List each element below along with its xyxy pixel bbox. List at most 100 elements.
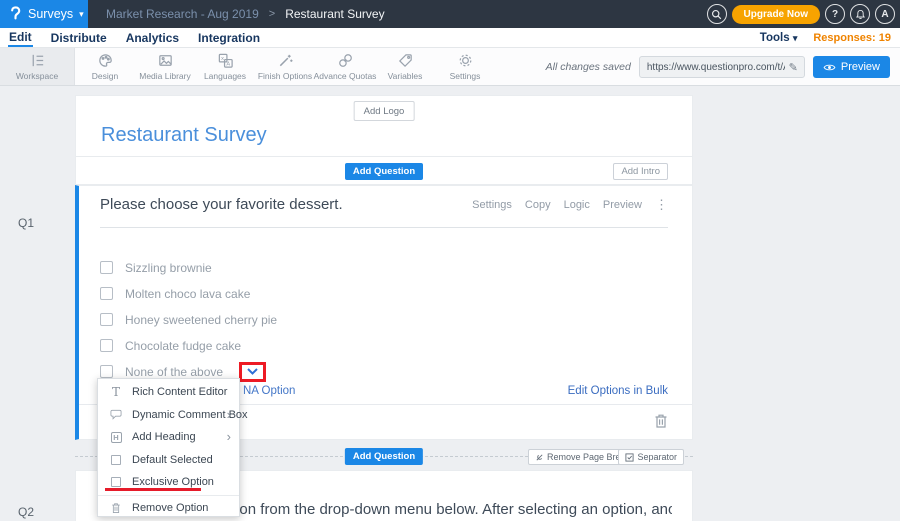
- question-number-q1: Q1: [18, 216, 34, 230]
- menu-item-label: Default Selected: [132, 454, 213, 466]
- checkbox[interactable]: [100, 365, 113, 378]
- option-label[interactable]: None of the above: [125, 365, 223, 379]
- question-number-q2: Q2: [18, 505, 34, 519]
- breadcrumb-current: Restaurant Survey: [285, 7, 384, 21]
- menu-item-label: Remove Option: [132, 502, 208, 514]
- toolbar-item-languages[interactable]: xA Languages: [195, 48, 255, 85]
- add-question-button[interactable]: Add Question: [345, 448, 423, 465]
- tab-integration[interactable]: Integration: [197, 28, 261, 47]
- toolbar-item-label: Settings: [450, 71, 481, 81]
- tab-distribute[interactable]: Distribute: [50, 28, 108, 47]
- surveys-menu[interactable]: Surveys ▾: [0, 0, 88, 28]
- submenu-chevron-icon: ›: [227, 432, 231, 442]
- na-option-link[interactable]: NA Option: [243, 385, 295, 397]
- option-dropdown-chevron-icon[interactable]: [247, 368, 258, 375]
- breadcrumb-parent[interactable]: Market Research - Aug 2019: [106, 7, 259, 21]
- edit-options-in-bulk-link[interactable]: Edit Options in Bulk: [568, 385, 668, 397]
- option-row: None of the above: [100, 365, 277, 378]
- menu-item-rich-content-editor[interactable]: T Rich Content Editor: [98, 381, 239, 404]
- answer-options: Sizzling brownie Molten choco lava cake …: [100, 261, 277, 391]
- checkbox-icon: [108, 455, 124, 465]
- option-menu-annotation-box: [239, 362, 266, 382]
- preview-label: Preview: [841, 61, 880, 73]
- toolbar-item-variables[interactable]: Variables: [375, 48, 435, 85]
- toolbar-item-label: Languages: [204, 71, 246, 81]
- option-label[interactable]: Honey sweetened cherry pie: [125, 313, 277, 327]
- survey-header-card: Add Logo Restaurant Survey Add Question …: [75, 95, 693, 185]
- separator-label: Separator: [637, 452, 677, 462]
- question-text-q1[interactable]: Please choose your favorite dessert.: [100, 196, 668, 228]
- add-question-button[interactable]: Add Question: [345, 163, 423, 180]
- search-button[interactable]: [707, 4, 727, 24]
- menu-item-default-selected[interactable]: Default Selected: [98, 449, 239, 472]
- upgrade-now-button[interactable]: Upgrade Now: [732, 5, 820, 24]
- text-editor-icon: T: [108, 385, 124, 399]
- autosave-status: All changes saved: [546, 61, 631, 73]
- trash-icon: [108, 502, 124, 514]
- responses-count[interactable]: Responses: 19: [813, 32, 891, 44]
- toolbar-item-media-library[interactable]: Media Library: [135, 48, 195, 85]
- checkbox[interactable]: [100, 261, 113, 274]
- comment-bubble-icon: [108, 409, 124, 420]
- toolbar-item-settings[interactable]: Settings: [435, 48, 495, 85]
- chevron-down-icon: ▾: [79, 9, 84, 20]
- option-label[interactable]: Sizzling brownie: [125, 261, 212, 275]
- edit-toolbar: Workspace Design Media Library xA Langua…: [0, 48, 900, 86]
- tools-menu[interactable]: Tools ▾: [760, 32, 798, 44]
- eye-icon: [823, 63, 836, 72]
- quota-links-icon: [337, 52, 354, 69]
- option-row: Chocolate fudge cake: [100, 339, 277, 352]
- svg-text:A: A: [226, 62, 230, 68]
- app-window: Surveys ▾ Market Research - Aug 2019 > R…: [0, 0, 900, 521]
- tab-edit[interactable]: Edit: [8, 28, 33, 47]
- edit-url-pencil-icon[interactable]: ✎: [789, 61, 804, 74]
- preview-button[interactable]: Preview: [813, 56, 890, 78]
- workspace-icon: [29, 52, 46, 69]
- toolbar-item-advance-quotas[interactable]: Advance Quotas: [315, 48, 375, 85]
- option-label[interactable]: Molten choco lava cake: [125, 287, 250, 301]
- survey-url-box: ✎: [639, 56, 805, 78]
- toolbar-item-finish-options[interactable]: Finish Options: [255, 48, 315, 85]
- checkbox-icon: [108, 477, 124, 487]
- option-label[interactable]: Chocolate fudge cake: [125, 339, 241, 353]
- toolbar-item-workspace[interactable]: Workspace: [0, 48, 75, 85]
- breadcrumb-separator: >: [269, 8, 275, 20]
- svg-text:x: x: [221, 56, 224, 62]
- header-footer: Add Question Add Intro: [76, 156, 692, 185]
- tab-analytics[interactable]: Analytics: [125, 28, 180, 47]
- checkbox[interactable]: [100, 313, 113, 326]
- toolbar-item-design[interactable]: Design: [75, 48, 135, 85]
- top-bar: Surveys ▾ Market Research - Aug 2019 > R…: [0, 0, 900, 28]
- image-icon: [157, 52, 174, 69]
- toolbar-item-label: Media Library: [139, 71, 191, 81]
- topbar-actions: Upgrade Now ? A: [707, 0, 895, 28]
- remove-break-icon: [535, 453, 544, 462]
- toolbar-item-label: Finish Options: [258, 71, 312, 81]
- menu-item-label: Exclusive Option: [132, 476, 214, 488]
- notifications-button[interactable]: [850, 4, 870, 24]
- exclusive-option-annotation-underline: [105, 488, 201, 491]
- separator-checkbox-icon: [625, 453, 634, 462]
- delete-question-button[interactable]: [654, 413, 668, 434]
- checkbox[interactable]: [100, 287, 113, 300]
- menu-item-label: Rich Content Editor: [132, 386, 227, 398]
- add-logo-button[interactable]: Add Logo: [354, 101, 415, 121]
- menu-item-add-heading[interactable]: H Add Heading ›: [98, 426, 239, 449]
- tag-icon: [397, 52, 414, 69]
- help-button[interactable]: ?: [825, 4, 845, 24]
- option-row: Molten choco lava cake: [100, 287, 277, 300]
- menu-item-label: Add Heading: [132, 431, 196, 443]
- option-context-menu: T Rich Content Editor Dynamic Comment Bo…: [97, 378, 240, 517]
- separator-button[interactable]: Separator: [618, 449, 684, 465]
- account-avatar[interactable]: A: [875, 4, 895, 24]
- chevron-down-icon: ▾: [793, 33, 798, 43]
- breadcrumb: Market Research - Aug 2019 > Restaurant …: [88, 0, 385, 28]
- menu-item-remove-option[interactable]: Remove Option: [98, 497, 239, 520]
- search-icon: [711, 9, 722, 20]
- checkbox[interactable]: [100, 339, 113, 352]
- survey-title[interactable]: Restaurant Survey: [101, 124, 267, 147]
- menu-item-dynamic-comment-box[interactable]: Dynamic Comment Box ›: [98, 404, 239, 427]
- nav-right: Tools ▾ Responses: 19: [760, 28, 891, 48]
- survey-url-input[interactable]: [640, 62, 789, 73]
- add-intro-button[interactable]: Add Intro: [613, 163, 668, 180]
